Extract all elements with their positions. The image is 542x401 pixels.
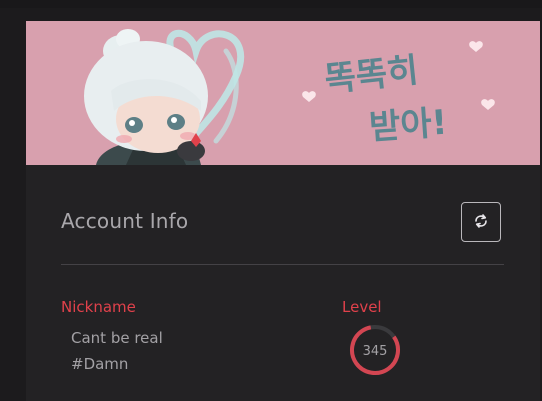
nickname-tag: #Damn <box>71 355 129 373</box>
banner-text-line2: 받아! <box>368 103 449 148</box>
level-badge: 345 <box>349 324 401 376</box>
refresh-icon <box>472 212 490 233</box>
nickname-value: Cant be real <box>71 329 163 347</box>
nickname-label: Nickname <box>61 298 136 316</box>
level-label: Level <box>342 298 382 316</box>
profile-banner: 똑똑히 받아! <box>26 21 540 165</box>
banner-artwork: 똑똑히 받아! <box>84 29 495 165</box>
account-card: 똑똑히 받아! Account Info Nickname Cant be re… <box>26 21 540 401</box>
refresh-button[interactable] <box>461 202 501 242</box>
section-title: Account Info <box>61 209 189 233</box>
level-value: 345 <box>363 344 388 359</box>
banner-text-line1: 똑똑히 <box>323 50 421 100</box>
top-bar <box>0 0 542 8</box>
section-divider <box>61 264 504 265</box>
